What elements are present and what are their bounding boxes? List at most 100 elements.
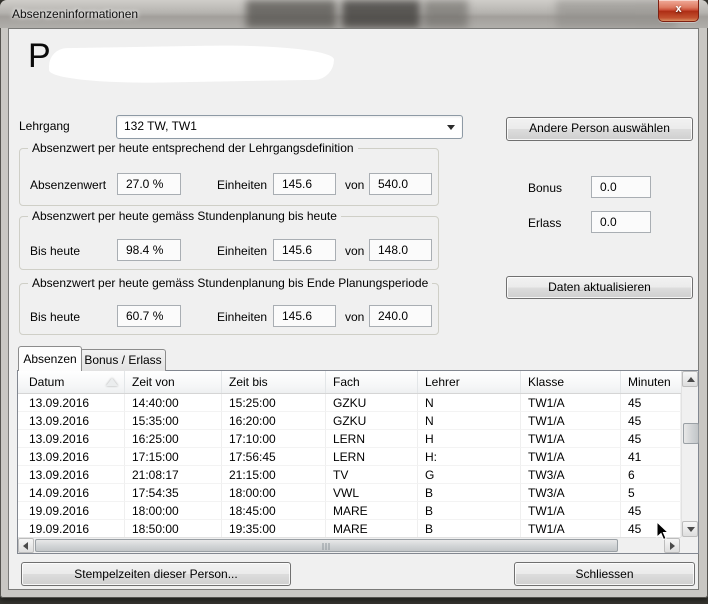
table-cell: TW1/A xyxy=(521,502,621,520)
table-cell: 15:25:00 xyxy=(222,394,326,412)
table-cell: 6 xyxy=(621,466,681,484)
einheiten-label: Einheiten xyxy=(217,244,267,258)
table-cell: TW1/A xyxy=(521,448,621,466)
horizontal-scrollbar[interactable] xyxy=(18,537,681,553)
von-label: von xyxy=(345,244,364,258)
table-row[interactable]: 13.09.201615:35:0016:20:00GZKUNTW1/A45 xyxy=(18,412,681,430)
andere-person-button[interactable]: Andere Person auswählen xyxy=(506,117,693,141)
column-header-klasse[interactable]: Klasse xyxy=(521,371,621,393)
table-cell: 18:45:00 xyxy=(222,502,326,520)
scroll-up-button[interactable] xyxy=(682,371,698,387)
vertical-scroll-thumb[interactable] xyxy=(683,423,699,444)
redaction-blob xyxy=(49,44,335,85)
table-cell: TW1/A xyxy=(521,412,621,430)
bis-heute-value-field[interactable]: 98.4 % xyxy=(117,239,181,261)
table-cell: 17:54:35 xyxy=(125,484,222,502)
column-header-lehrer[interactable]: Lehrer xyxy=(418,371,521,393)
background-window-blur xyxy=(246,0,336,28)
table-cell: TW1/A xyxy=(521,430,621,448)
group-title: Absenzwert per heute gemäss Stundenplanu… xyxy=(28,276,432,290)
close-icon: x xyxy=(675,3,681,15)
title-bar[interactable]: Absenzeninformationen x xyxy=(0,0,708,28)
table-cell: TW1/A xyxy=(521,394,621,412)
einheiten-label: Einheiten xyxy=(217,178,267,192)
table-row[interactable]: 13.09.201614:40:0015:25:00GZKUNTW1/A45 xyxy=(18,394,681,412)
scroll-down-icon xyxy=(687,527,695,532)
scroll-up-icon xyxy=(687,377,695,382)
column-header-zeit-bis[interactable]: Zeit bis xyxy=(222,371,326,393)
table-cell: 13.09.2016 xyxy=(18,394,125,412)
andere-person-button-label: Andere Person auswählen xyxy=(529,118,670,138)
scroll-grip-icon xyxy=(322,543,331,550)
tab-bonus-erlass[interactable]: Bonus / Erlass xyxy=(80,349,166,371)
sort-ascending-icon xyxy=(106,378,118,386)
bonus-label: Bonus xyxy=(528,181,562,195)
table-row[interactable]: 13.09.201616:25:0017:10:00LERNHTW1/A45 xyxy=(18,430,681,448)
table-cell: LERN xyxy=(326,448,418,466)
table-cell: 13.09.2016 xyxy=(18,466,125,484)
table-cell: B xyxy=(418,520,521,538)
table-cell: 45 xyxy=(621,430,681,448)
einheiten-value-field[interactable]: 145.6 xyxy=(273,305,336,327)
stempelzeiten-button[interactable]: Stempelzeiten dieser Person... xyxy=(21,562,291,586)
einheiten-value-field[interactable]: 145.6 xyxy=(273,239,336,261)
von-value-field[interactable]: 240.0 xyxy=(369,305,432,327)
table-row[interactable]: 14.09.201617:54:3518:00:00VWLBTW3/A5 xyxy=(18,484,681,502)
scroll-down-button[interactable] xyxy=(682,521,698,537)
table-cell: 15:35:00 xyxy=(125,412,222,430)
table-row[interactable]: 19.09.201618:50:0019:35:00MAREBTW1/A45 xyxy=(18,520,681,538)
table-cell: GZKU xyxy=(326,394,418,412)
absenzenwert-value-field[interactable]: 27.0 % xyxy=(117,173,181,195)
bis-heute-label: Bis heute xyxy=(30,244,80,258)
table-body: 13.09.201614:40:0015:25:00GZKUNTW1/A4513… xyxy=(18,394,681,538)
column-header-fach[interactable]: Fach xyxy=(326,371,418,393)
dialog-content: P Lehrgang 132 TW, TW1 Andere Person aus… xyxy=(8,28,699,590)
table-cell: 17:15:00 xyxy=(125,448,222,466)
daten-aktualisieren-button[interactable]: Daten aktualisieren xyxy=(506,276,693,299)
column-header-datum[interactable]: Datum xyxy=(18,371,125,393)
scroll-right-icon xyxy=(670,542,675,550)
von-value-field[interactable]: 148.0 xyxy=(369,239,432,261)
horizontal-scroll-thumb[interactable] xyxy=(35,539,618,552)
window-title: Absenzeninformationen xyxy=(12,7,138,21)
table-cell: 18:00:00 xyxy=(125,502,222,520)
erlass-field[interactable]: 0.0 xyxy=(591,211,651,233)
table-row[interactable]: 13.09.201621:08:1721:15:00TVGTW3/A6 xyxy=(18,466,681,484)
table-cell: 18:50:00 xyxy=(125,520,222,538)
table-cell: 17:10:00 xyxy=(222,430,326,448)
table-cell: 19:35:00 xyxy=(222,520,326,538)
background-window-blur xyxy=(424,0,468,28)
group-title: Absenzwert per heute entsprechend der Le… xyxy=(28,141,358,155)
vertical-scrollbar[interactable] xyxy=(681,371,698,537)
stempelzeiten-button-label: Stempelzeiten dieser Person... xyxy=(74,563,237,585)
table-cell: 5 xyxy=(621,484,681,502)
table-cell: 14.09.2016 xyxy=(18,484,125,502)
table-row[interactable]: 19.09.201618:00:0018:45:00MAREBTW1/A45 xyxy=(18,502,681,520)
bis-heute-value-field[interactable]: 60.7 % xyxy=(117,305,181,327)
table-cell: 45 xyxy=(621,520,681,538)
daten-aktualisieren-button-label: Daten aktualisieren xyxy=(548,277,651,297)
group-lehrgangsdefinition: Absenzwert per heute entsprechend der Le… xyxy=(19,148,439,206)
close-button[interactable]: x xyxy=(658,0,699,22)
einheiten-value-field[interactable]: 145.6 xyxy=(273,173,336,195)
group-ende-planungsperiode: Absenzwert per heute gemäss Stundenplanu… xyxy=(19,283,439,335)
group-title: Absenzwert per heute gemäss Stundenplanu… xyxy=(28,209,341,223)
lehrgang-label: Lehrgang xyxy=(19,119,70,133)
tab-absenzen[interactable]: Absenzen xyxy=(18,346,82,371)
table-cell: LERN xyxy=(326,430,418,448)
schliessen-button[interactable]: Schliessen xyxy=(514,562,695,586)
bonus-field[interactable]: 0.0 xyxy=(591,176,651,198)
column-header-zeit-von[interactable]: Zeit von xyxy=(125,371,222,393)
table-row[interactable]: 13.09.201617:15:0017:56:45LERNH:TW1/A41 xyxy=(18,448,681,466)
group-bis-heute: Absenzwert per heute gemäss Stundenplanu… xyxy=(19,216,439,270)
column-header-minuten[interactable]: Minuten xyxy=(621,371,681,393)
scroll-left-icon xyxy=(23,542,28,550)
scroll-left-button[interactable] xyxy=(18,538,34,553)
lehrgang-combobox[interactable]: 132 TW, TW1 xyxy=(116,115,463,139)
table-cell: 45 xyxy=(621,502,681,520)
erlass-label: Erlass xyxy=(528,216,561,230)
table-cell: G xyxy=(418,466,521,484)
table-cell: 13.09.2016 xyxy=(18,448,125,466)
table-cell: 13.09.2016 xyxy=(18,430,125,448)
von-value-field[interactable]: 540.0 xyxy=(369,173,432,195)
